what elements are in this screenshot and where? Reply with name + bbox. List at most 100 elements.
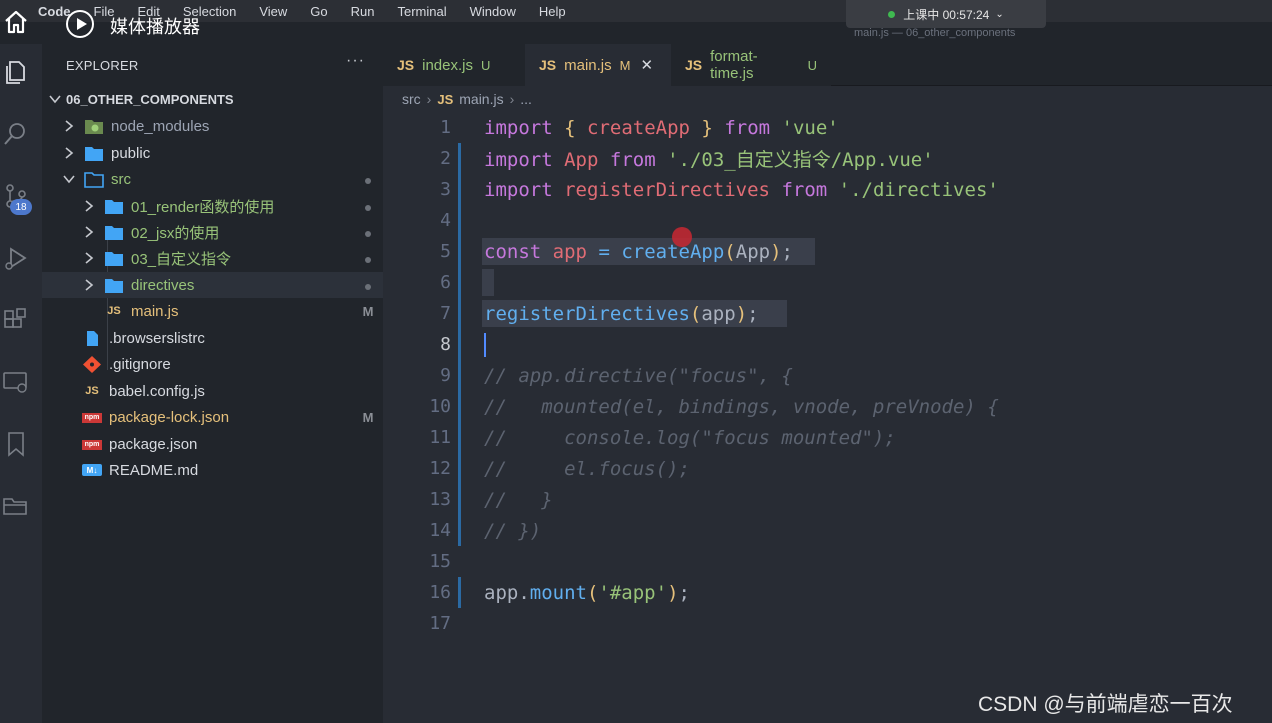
tree-item-package-lock[interactable]: npm package-lock.json M [42, 404, 383, 430]
code-line[interactable]: 13 // } [383, 484, 1272, 515]
tree-item-02-jsx[interactable]: 02_jsx的使用 [42, 219, 383, 245]
menu-run[interactable]: Run [351, 4, 375, 19]
more-actions-icon[interactable]: ··· [346, 52, 365, 70]
code-line[interactable]: 4 [383, 205, 1272, 236]
breadcrumb-file[interactable]: main.js [459, 91, 503, 107]
code-line[interactable]: 9 // app.directive("focus", { [383, 360, 1272, 391]
tab-format-time-js[interactable]: JS format-time.js U [671, 44, 831, 86]
code-token: { [564, 116, 576, 139]
project-folder-header[interactable]: 06_OTHER_COMPONENTS [42, 87, 383, 111]
code-line[interactable]: 2 import App from './03_自定义指令/App.vue' [383, 143, 1272, 174]
tree-item-01-render[interactable]: 01_render函数的使用 [42, 193, 383, 219]
git-status-mark: M [362, 409, 374, 425]
menu-help[interactable]: Help [539, 4, 566, 19]
code-editor[interactable]: src › JS main.js › ... 1 import { createA… [383, 86, 1272, 723]
code-text: // }) [484, 520, 541, 542]
menu-window[interactable]: Window [470, 4, 516, 19]
home-icon[interactable] [3, 9, 29, 35]
node-folder-icon [85, 119, 103, 134]
tree-item-babel-config[interactable]: JS babel.config.js [42, 378, 383, 404]
code-line[interactable]: 6 [383, 267, 1272, 298]
extensions-icon[interactable] [2, 306, 30, 334]
bookmark-icon[interactable] [2, 430, 30, 458]
tree-item-03-custom-directive[interactable]: 03_自定义指令 [42, 245, 383, 271]
js-file-icon: JS [437, 91, 454, 107]
chevron-down-icon [49, 95, 61, 104]
live-dot-icon [888, 10, 896, 18]
line-number: 5 [440, 241, 451, 262]
folder-icon [105, 278, 123, 293]
remote-explorer-icon[interactable] [2, 368, 30, 396]
menu-view[interactable]: View [259, 4, 287, 19]
tree-item-browserslistrc[interactable]: .browserslistrc [42, 325, 383, 351]
tree-item-label: public [111, 144, 151, 162]
code-token: import [484, 116, 553, 139]
explorer-sidebar: EXPLORER ··· 06_OTHER_COMPONENTS node_mo… [42, 44, 383, 723]
code-token: ) [735, 302, 748, 325]
chevron-right-icon [85, 226, 94, 238]
code-token: mount [529, 581, 587, 604]
chevron-right-icon [65, 120, 74, 132]
line-number: 13 [429, 489, 451, 510]
files-icon[interactable] [2, 58, 30, 86]
scm-count-badge: 18 [10, 199, 32, 215]
tree-item-directives[interactable]: directives [42, 272, 383, 298]
close-icon[interactable]: ✕ [640, 56, 653, 74]
project-name: 06_OTHER_COMPONENTS [66, 91, 234, 107]
text-cursor [484, 333, 486, 357]
code-line[interactable]: 17 [383, 608, 1272, 639]
code-line[interactable]: 14 // }) [383, 515, 1272, 546]
run-debug-icon[interactable] [2, 244, 30, 272]
code-line[interactable]: 16 app.mount('#app'); [383, 577, 1272, 608]
folder-icon[interactable] [2, 492, 30, 520]
play-icon[interactable] [66, 10, 94, 38]
tab-label: main.js [564, 56, 612, 74]
file-icon [87, 330, 98, 346]
folder-open-icon [84, 171, 104, 188]
search-icon[interactable] [2, 120, 30, 148]
tree-item-public[interactable]: public [42, 140, 383, 166]
breadcrumb-folder[interactable]: src [402, 91, 421, 107]
tree-item-main-js[interactable]: JS main.js M [42, 298, 383, 324]
tab-main-js[interactable]: JS main.js M ✕ [525, 44, 671, 86]
chevron-right-icon [65, 147, 74, 159]
tree-item-gitignore[interactable]: .gitignore [42, 351, 383, 377]
class-status-pill[interactable]: 上课中 00:57:24 ⌄ [846, 0, 1046, 28]
tree-item-node-modules[interactable]: node_modules [42, 113, 383, 139]
tree-item-src[interactable]: src [42, 166, 383, 192]
git-status-mark: U [480, 57, 491, 73]
menu-terminal[interactable]: Terminal [398, 4, 447, 19]
tree-item-label: package.json [109, 435, 198, 453]
code-line[interactable]: 7 registerDirectives(app); [383, 298, 1272, 329]
tree-item-package-json[interactable]: npm package.json [42, 431, 383, 457]
code-line[interactable]: 15 [383, 546, 1272, 577]
git-status-mark: U [807, 57, 817, 73]
code-token: registerDirectives [484, 302, 690, 325]
code-line[interactable]: 11 // console.log("focus mounted"); [383, 422, 1272, 453]
code-line[interactable]: 8 [383, 329, 1272, 360]
tab-index-js[interactable]: JS index.js U [383, 44, 525, 86]
code-line[interactable]: 5 const app = createApp(App); [383, 236, 1272, 267]
code-line[interactable]: 1 import { createApp } from 'vue' [383, 112, 1272, 143]
code-token: app [701, 302, 736, 325]
tree-item-readme[interactable]: M↓ README.md [42, 457, 383, 483]
code-token: './03_自定义指令/App.vue' [667, 149, 934, 171]
tree-item-label: node_modules [111, 117, 210, 135]
modified-dot-icon [365, 256, 371, 263]
code-line[interactable]: 12 // el.focus(); [383, 453, 1272, 484]
breadcrumb-symbol[interactable]: ... [520, 91, 532, 107]
window-title: main.js — 06_other_components [854, 27, 1016, 39]
code-line[interactable]: 3 import registerDirectives from './direc… [383, 174, 1272, 205]
chevron-down-icon [63, 175, 75, 184]
folder-icon [105, 199, 123, 214]
code-line[interactable]: 10 // mounted(el, bindings, vnode, preVno… [383, 391, 1272, 422]
line-number: 11 [429, 427, 451, 448]
menu-code[interactable]: Code [38, 4, 71, 19]
js-file-icon: JS [107, 305, 121, 317]
code-text: // mounted(el, bindings, vnode, preVnode… [484, 396, 999, 418]
menu-go[interactable]: Go [310, 4, 327, 19]
